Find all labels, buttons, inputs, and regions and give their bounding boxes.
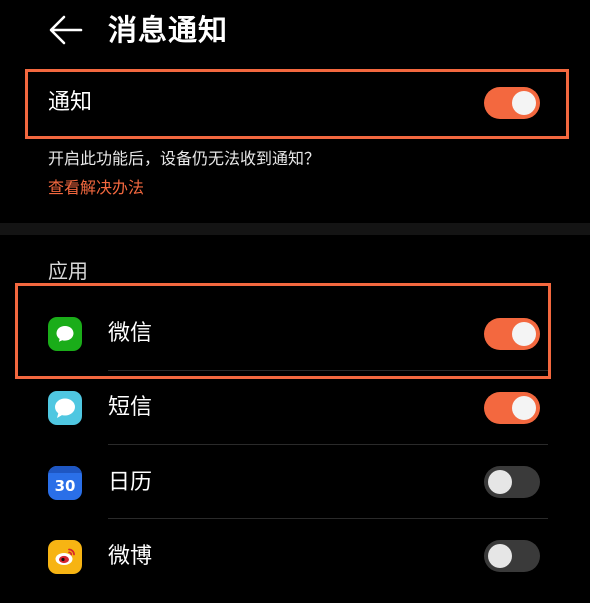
arrow-left-icon [49,15,83,45]
toggle-knob [512,91,536,115]
app-name-calendar: 日历 [108,470,153,495]
sms-icon [48,391,82,425]
section-divider [0,223,590,235]
app-name-weibo: 微博 [108,544,153,569]
weibo-toggle[interactable] [484,540,540,572]
view-solution-link[interactable]: 查看解决办法 [48,176,144,200]
notification-toggle[interactable] [484,87,540,119]
app-name-sms: 短信 [108,395,153,420]
notification-description: 开启此功能后，设备仍无法收到通知？ [48,149,321,168]
toggle-knob [488,544,512,568]
calendar-icon: 30 [48,466,82,500]
weibo-icon [48,540,82,574]
page-title: 消息通知 [108,13,229,47]
wechat-toggle[interactable] [484,318,540,350]
calendar-icon-header [48,466,82,473]
notification-label: 通知 [48,90,93,115]
calendar-icon-date: 30 [54,477,76,495]
calendar-toggle[interactable] [484,466,540,498]
toggle-knob [512,322,536,346]
toggle-knob [512,396,536,420]
wechat-icon [48,317,82,351]
toggle-knob [488,470,512,494]
app-name-wechat: 微信 [108,321,153,346]
back-button[interactable] [44,8,88,52]
sms-toggle[interactable] [484,392,540,424]
